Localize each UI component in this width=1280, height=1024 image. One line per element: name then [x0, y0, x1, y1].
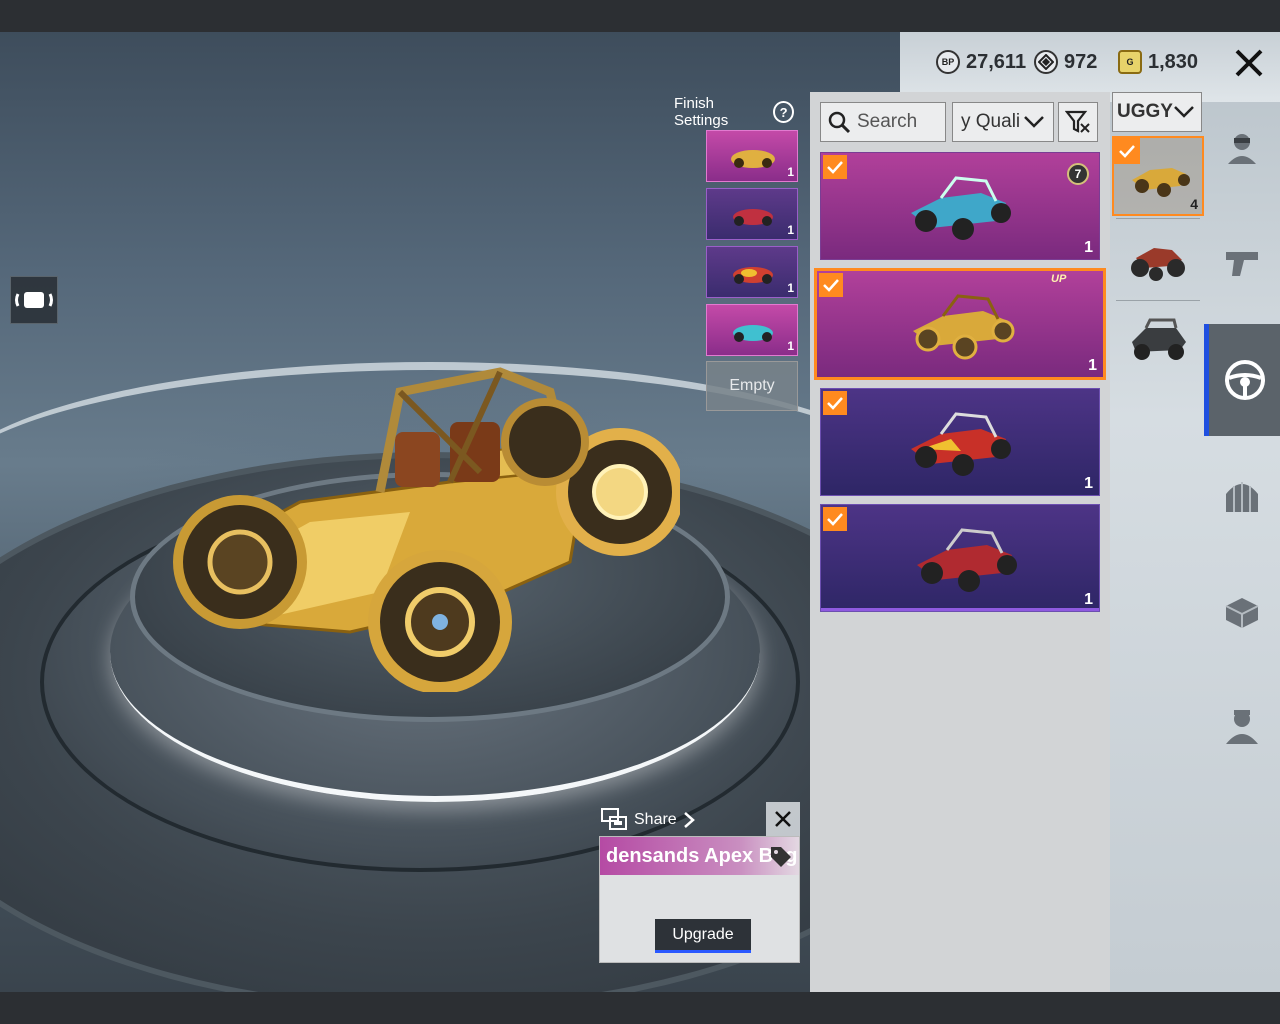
nav-companion[interactable]: [1204, 670, 1280, 782]
search-input[interactable]: Search: [820, 102, 946, 142]
bp-amount: 27,611: [966, 50, 1027, 73]
vehicle-thumb-buggy[interactable]: 4: [1112, 136, 1204, 216]
ag-amount: 972: [1064, 50, 1098, 73]
checkmark-icon: [823, 155, 847, 179]
camera-rotate-icon: [15, 292, 53, 308]
close-icon: [775, 811, 791, 827]
buggy-thumbnail-icon: [911, 412, 1011, 476]
share-icon: [601, 808, 627, 830]
search-placeholder: Search: [857, 111, 918, 132]
buggy-icon: [1132, 168, 1190, 197]
uc-amount: 1,830: [1148, 50, 1199, 73]
nav-parachute[interactable]: [1204, 440, 1280, 552]
car-thumbnail-icon: [733, 325, 773, 342]
skin-card-2[interactable]: UP 1: [814, 268, 1106, 380]
close-icon: [1235, 49, 1263, 77]
finish-slot-2[interactable]: 1: [706, 188, 798, 240]
share-label: Share: [634, 811, 677, 828]
bottom-letterbox: [0, 992, 1280, 1024]
utv-icon: [1132, 318, 1186, 360]
ag-coin-icon: [1034, 50, 1058, 74]
nav-weapons[interactable]: [1204, 206, 1280, 318]
vehicle-count: 4: [1190, 196, 1198, 212]
nav-character[interactable]: [1204, 92, 1280, 204]
category-label: UGGY: [1117, 101, 1173, 122]
steering-wheel-icon: [1224, 360, 1265, 400]
filter-button[interactable]: [1058, 102, 1098, 142]
uc-currency[interactable]: G 1,830: [1118, 48, 1198, 76]
vehicle-preview[interactable]: [150, 332, 680, 692]
divider: [1116, 300, 1200, 301]
level-badge: 7: [1067, 163, 1089, 185]
top-letterbox: [0, 0, 1280, 32]
chevron-down-icon: [1174, 106, 1194, 118]
car-thumbnail-icon: [731, 150, 775, 168]
crate-icon: [1225, 598, 1259, 628]
uc-coin-icon: G: [1118, 50, 1142, 74]
gun-icon: [1226, 252, 1258, 276]
card-underline: [821, 608, 1099, 611]
finish-count: 1: [787, 339, 794, 353]
finish-settings-header: Finish Settings ?: [674, 95, 794, 129]
finish-count: 1: [787, 223, 794, 237]
finish-slot-1[interactable]: 1: [706, 130, 798, 182]
camera-toggle-button[interactable]: [10, 276, 58, 324]
vehicle-thumb-quad[interactable]: [1112, 220, 1204, 300]
buggy-thumbnail-icon: [917, 528, 1017, 592]
divider: [1116, 218, 1200, 219]
parachute-icon: [1226, 482, 1258, 512]
bp-currency[interactable]: BP 27,611: [936, 48, 1026, 76]
skin-card-4[interactable]: 1: [820, 504, 1100, 612]
skin-card-1[interactable]: 7 1: [820, 152, 1100, 260]
car-thumbnail-icon: [733, 209, 773, 226]
help-icon[interactable]: ?: [773, 101, 794, 123]
chevron-right-icon: [683, 812, 695, 828]
finish-count: 1: [787, 281, 794, 295]
character-icon: [1228, 134, 1256, 164]
quality-label: y Quali: [961, 111, 1021, 132]
buggy-thumbnail-icon: [911, 176, 1011, 240]
nav-vehicles[interactable]: [1204, 324, 1280, 436]
finish-count: 1: [787, 165, 794, 179]
popup-close-button[interactable]: [766, 802, 800, 836]
buggy-thumbnail-icon: [913, 294, 1015, 360]
skin-card-3[interactable]: 1: [820, 388, 1100, 496]
vehicle-thumb-utv[interactable]: [1112, 302, 1204, 382]
nav-crates[interactable]: [1204, 556, 1280, 668]
finish-slot-3[interactable]: 1: [706, 246, 798, 298]
tag-icon[interactable]: [769, 845, 793, 874]
ag-currency[interactable]: 972: [1034, 48, 1097, 76]
finish-slot-4[interactable]: 1: [706, 304, 798, 356]
chevron-down-icon: [1024, 116, 1044, 128]
skin-count: 1: [1084, 239, 1093, 256]
checkmark-icon: [823, 391, 847, 415]
close-button[interactable]: [1226, 42, 1272, 84]
bp-coin-icon: BP: [936, 50, 960, 74]
vehicle-category-dropdown[interactable]: UGGY: [1112, 92, 1202, 132]
quad-bike-icon: [1131, 248, 1185, 281]
checkmark-icon: [819, 273, 843, 297]
item-info-popup: densands Apex Bug Upgrade: [599, 836, 800, 963]
skin-count: 1: [1084, 591, 1093, 608]
skin-count: 1: [1088, 357, 1097, 374]
finish-settings-title: Finish Settings: [674, 95, 729, 129]
upgradeable-badge: UP: [1051, 273, 1067, 285]
search-icon: [828, 111, 851, 134]
car-thumbnail-icon: [733, 267, 773, 284]
quality-dropdown[interactable]: y Quali: [952, 102, 1054, 142]
companion-icon: [1226, 710, 1258, 744]
filter-icon: [1065, 110, 1090, 133]
checkmark-icon: [823, 507, 847, 531]
skin-count: 1: [1084, 475, 1093, 492]
finish-slot-empty[interactable]: Empty: [706, 361, 798, 411]
upgrade-button[interactable]: Upgrade: [655, 919, 751, 953]
